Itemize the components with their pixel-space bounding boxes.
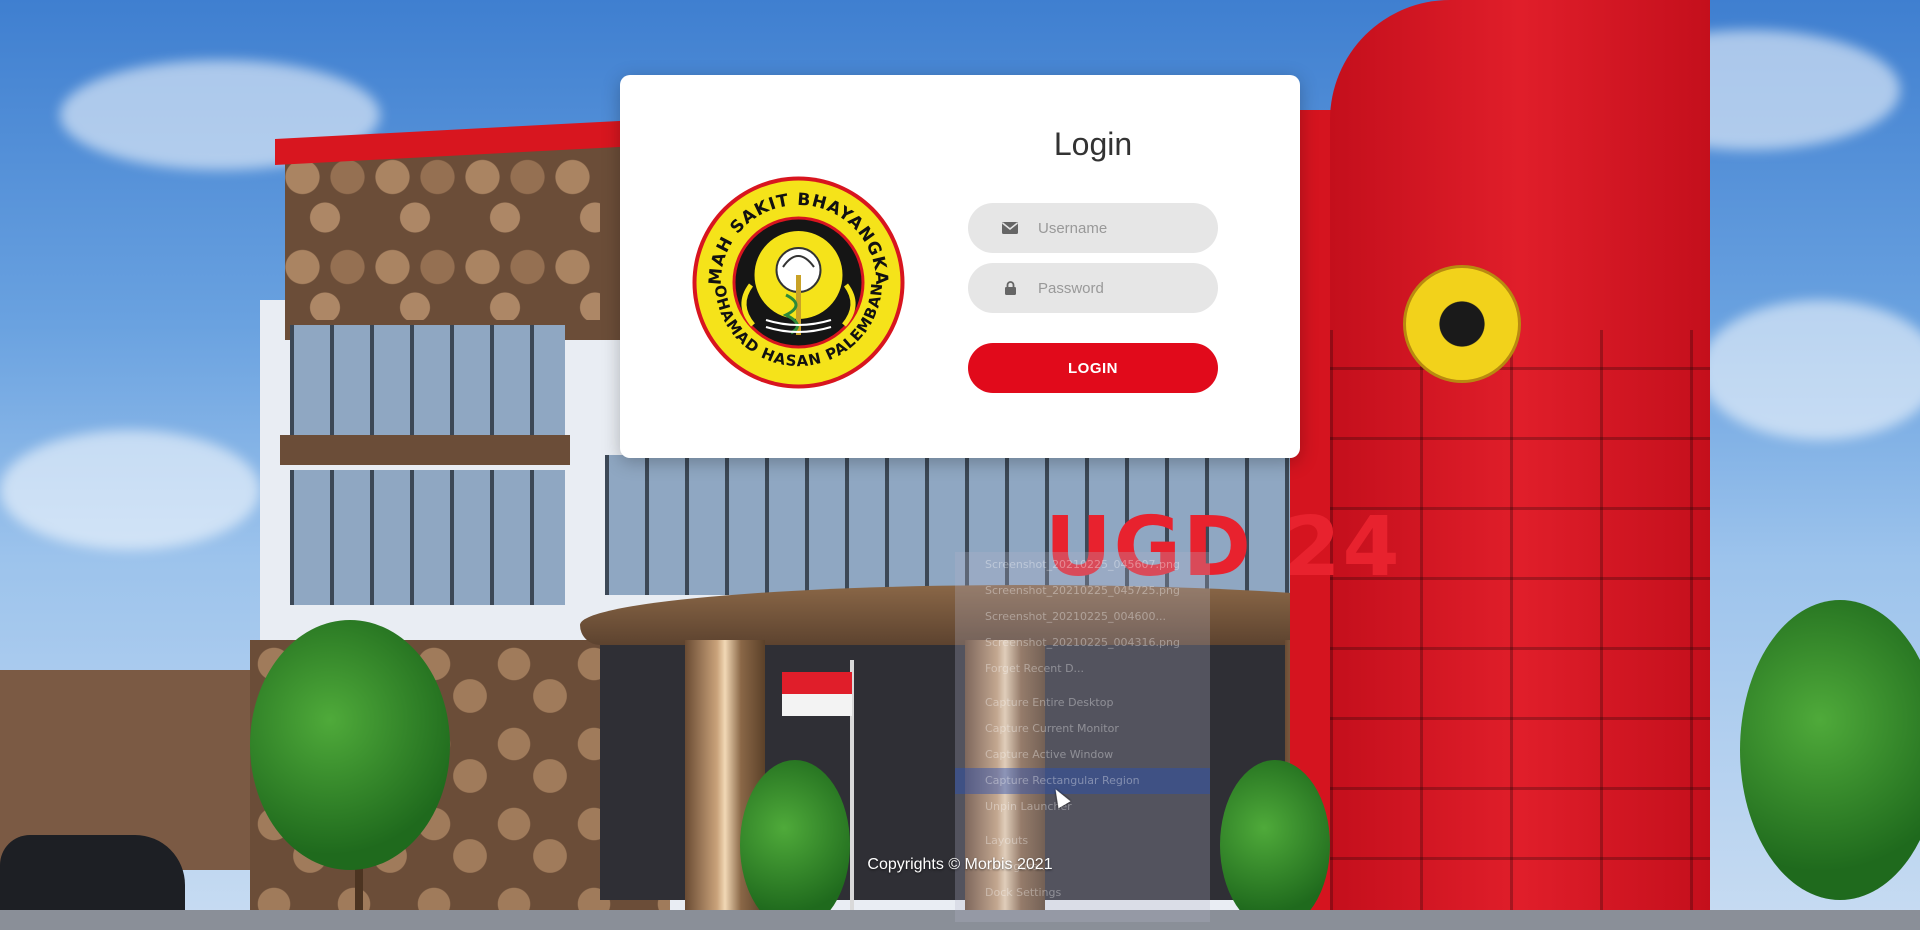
menu-item: Capture Entire Desktop — [985, 696, 1114, 709]
menu-item: Layouts — [985, 834, 1029, 847]
password-input[interactable] — [1036, 278, 1210, 298]
window-band — [290, 325, 565, 435]
hexagon-panel — [280, 150, 600, 320]
username-field[interactable] — [968, 203, 1218, 253]
menu-item: Dock Settings — [985, 886, 1062, 899]
password-field[interactable] — [968, 263, 1218, 313]
menu-item: Capture Active Window — [985, 748, 1114, 761]
parked-car — [0, 835, 185, 920]
username-input[interactable] — [1036, 218, 1210, 238]
red-tower-grid — [1330, 330, 1710, 930]
menu-item: Capture Rectangular Region — [955, 768, 1210, 794]
menu-item: Screenshot_20210225_004600... — [985, 610, 1167, 623]
tree — [250, 620, 450, 870]
hospital-logo: RUMAH SAKIT BHAYANGKARA MOHAMAD HASAN PA… — [683, 160, 906, 390]
tree — [740, 760, 850, 930]
copyright-text: Copyrights © Morbis 2021 — [867, 856, 1053, 873]
wood-band — [280, 435, 570, 465]
menu-item: Capture Current Monitor — [985, 722, 1119, 735]
wall-emblem — [1403, 265, 1521, 383]
login-title: Login — [1053, 126, 1133, 162]
menu-item: Screenshot_20210225_045607.png — [985, 558, 1180, 571]
tree — [1220, 760, 1330, 930]
lock-icon — [1002, 280, 1018, 296]
menu-item: Forget Recent D... — [985, 662, 1085, 675]
menu-item: Screenshot_20210225_045725.png — [985, 584, 1180, 597]
cloud — [0, 430, 260, 550]
login-card: RUMAH SAKIT BHAYANGKARA MOHAMAD HASAN PA… — [620, 75, 1300, 458]
envelope-icon — [1002, 220, 1018, 236]
flag-white — [782, 694, 852, 716]
window-band — [290, 470, 565, 605]
login-button[interactable]: LOGIN — [968, 343, 1218, 393]
hospital-logo-emblem: RUMAH SAKIT BHAYANGKARA MOHAMAD HASAN PA… — [683, 160, 905, 389]
tree — [1740, 600, 1920, 900]
menu-item: Screenshot_20210225_004316.png — [985, 636, 1180, 649]
flag-red — [782, 672, 852, 694]
menu-item: Unpin Launcher — [985, 800, 1072, 813]
cloud — [1700, 300, 1920, 440]
